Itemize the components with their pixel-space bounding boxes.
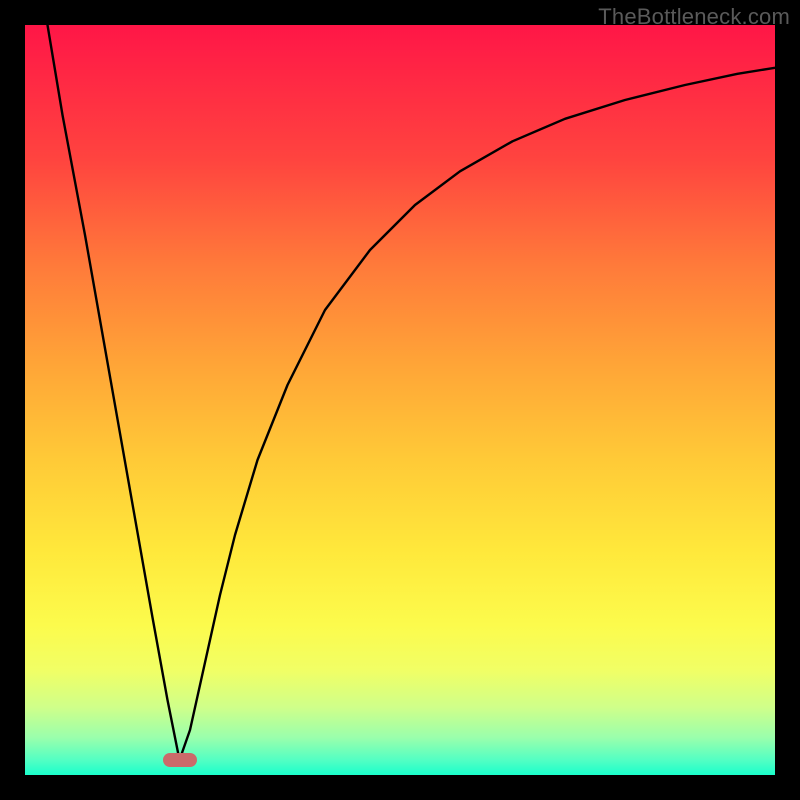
optimal-marker (163, 753, 197, 767)
chart-area (25, 25, 775, 775)
watermark-text: TheBottleneck.com (598, 4, 790, 30)
